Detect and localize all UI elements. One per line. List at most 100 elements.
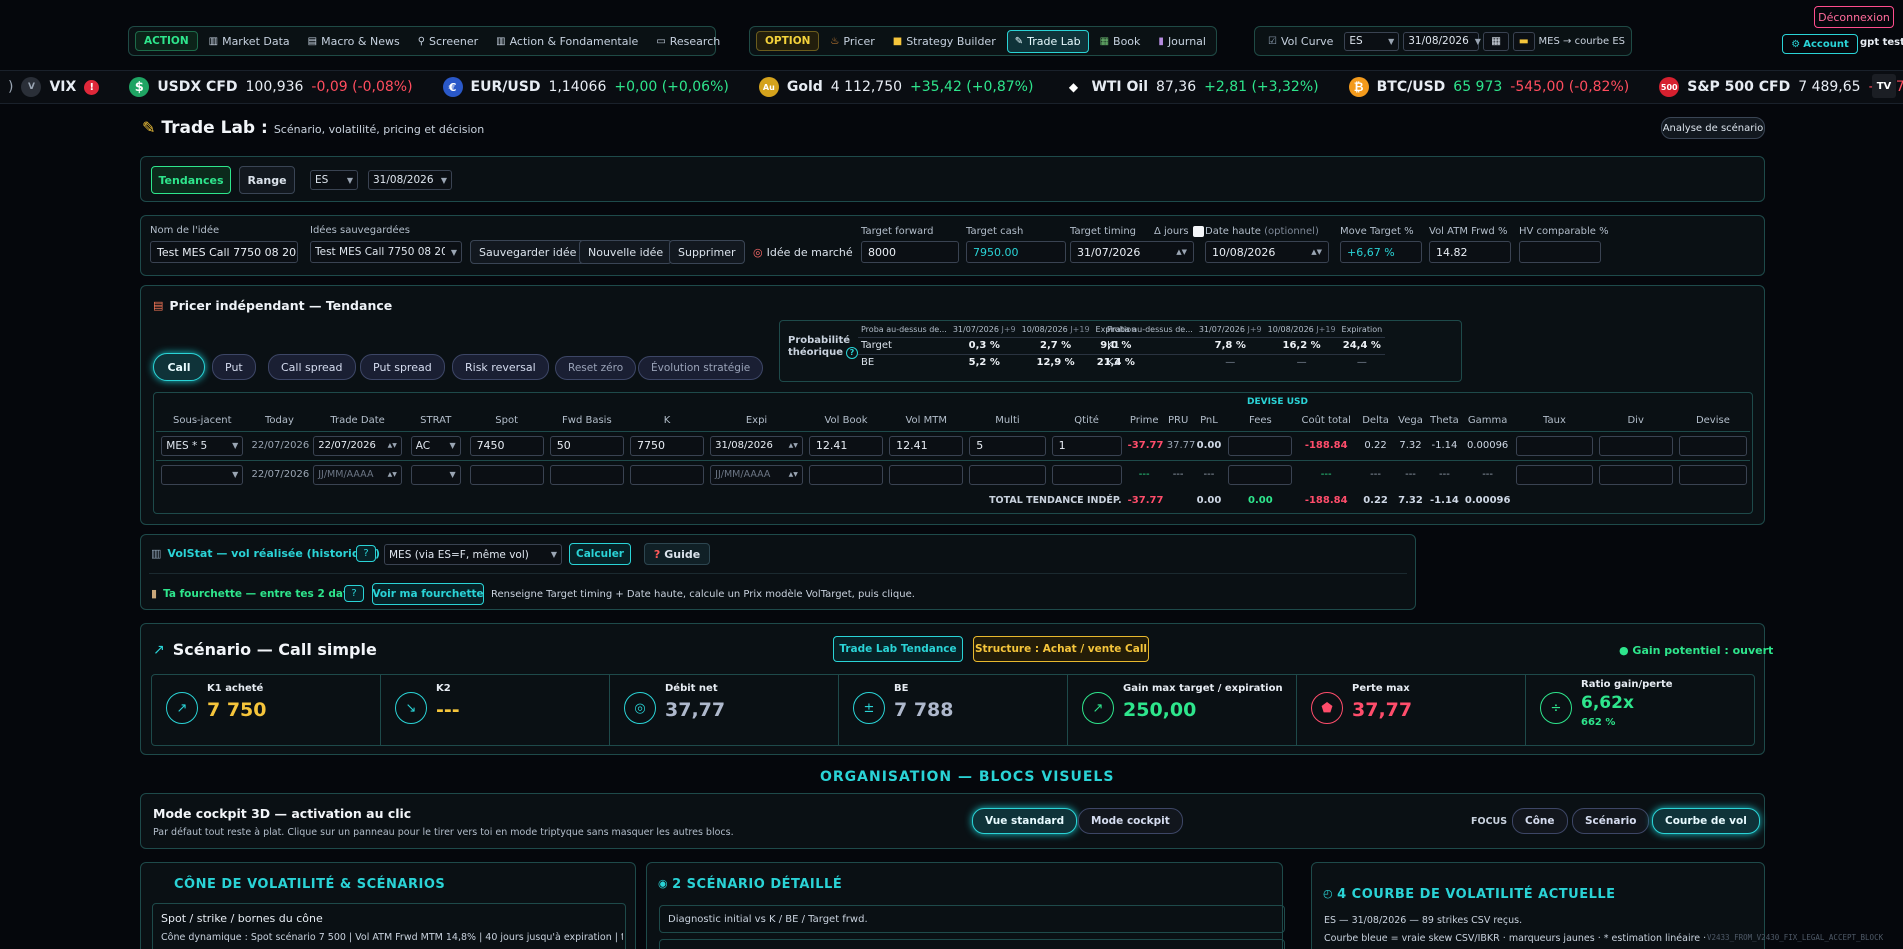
expiry-input[interactable]: 31/08/2026 ▲▼ [710, 435, 803, 456]
strike-input[interactable] [629, 464, 705, 485]
strategy-put-spread[interactable]: Put spread [360, 354, 445, 380]
focus-courbe-vol-button[interactable]: Courbe de vol [1652, 808, 1760, 834]
guide-button[interactable]: ? Guide [644, 543, 710, 565]
vol-mtm-input[interactable] [889, 464, 964, 485]
underlying-select[interactable]: ES ▼ [310, 170, 358, 190]
fwd-basis-input[interactable] [549, 464, 624, 485]
trade-date-input[interactable]: JJ/MM/AAAA ▲▼ [313, 464, 402, 485]
vol-underlying-select[interactable]: ES ▼ [1344, 31, 1400, 51]
div-input[interactable] [1598, 464, 1673, 485]
folder-button[interactable]: ▬ [1512, 31, 1535, 51]
vol-atm-input[interactable]: 14.82 [1429, 241, 1511, 263]
spot-input[interactable] [469, 464, 544, 485]
strategy-risk-reversal[interactable]: Risk reversal [452, 354, 549, 380]
fourchette-help-button[interactable]: ? [344, 585, 364, 602]
ticker-item[interactable]: ₿ BTC/USD 65 973 -545,00 (-0,82%) [1348, 77, 1629, 97]
calculer-button[interactable]: Calculer [569, 543, 631, 565]
devise-input[interactable] [1678, 435, 1747, 456]
nav-market-data[interactable]: ▥ Market Data [202, 31, 297, 52]
fwd-basis-input[interactable]: 50 [549, 435, 624, 456]
qty-input[interactable] [1051, 464, 1122, 485]
reset-zero-button[interactable]: Reset zéro [555, 356, 637, 380]
div-input[interactable] [1598, 435, 1673, 456]
analyse-scenario-button[interactable]: Analyse de scénario [1661, 117, 1765, 139]
trade-date-input[interactable]: 22/07/2026 ▲▼ [313, 435, 402, 456]
vol-book-input[interactable] [808, 464, 884, 485]
nav-vol-curve[interactable]: ☑ Vol Curve [1261, 31, 1340, 52]
mode-cockpit-button[interactable]: Mode cockpit [1078, 808, 1183, 834]
gain-status: ● Gain potentiel : ouvert [1619, 644, 1774, 657]
evolution-strategie-button[interactable]: Évolution stratégie [638, 356, 764, 380]
vol-mtm-input[interactable]: 12.41 [889, 435, 964, 456]
qty-input[interactable]: 1 [1051, 435, 1122, 456]
calculator-button[interactable]: ▦ [1483, 31, 1509, 51]
nav-strategy-builder[interactable]: ■ Strategy Builder [886, 31, 1003, 52]
nav-macro-news[interactable]: ▤ Macro & News [301, 31, 407, 52]
devise-input[interactable] [1678, 464, 1747, 485]
fees-input[interactable] [1228, 464, 1293, 485]
volstat-underlying-select[interactable]: MES (via ES=F, même vol) ▼ [384, 544, 562, 565]
bitcoin-logo: ₿ [1348, 77, 1369, 97]
fees-input[interactable] [1228, 435, 1293, 456]
strategy-put[interactable]: Put [212, 354, 256, 380]
idea-name-input[interactable]: Test MES Call 7750 08 2026 [150, 241, 298, 263]
pricing-header-row: Sous-jacent Today Trade Date STRAT Spot Fwd B… [173, 415, 1730, 427]
delete-idea-button[interactable]: Supprimer [669, 240, 745, 264]
hv-comparable-input[interactable] [1519, 241, 1601, 263]
underlying-select[interactable]: ▼ [161, 464, 244, 485]
ticker-item[interactable]: 500 S&P 500 CFD 7 489,65 -22,75 (-0,30%) [1659, 77, 1903, 97]
focus-cone-button[interactable]: Cône [1512, 808, 1568, 834]
ticker-item[interactable]: $ USDX CFD 100,936 -0,09 (-0,08%) [129, 77, 413, 97]
saved-ideas-select[interactable]: Test MES Call 7750 08 2026▼ [310, 241, 462, 263]
hv-comparable-label: HV comparable % [1519, 226, 1609, 237]
nav-action-fondamentale[interactable]: ▥ Action & Fondamentale [489, 31, 645, 52]
underlying-select[interactable]: MES * 5 ▼ [161, 435, 244, 456]
ticker-item[interactable]: Au Gold 4 112,750 +35,42 (+0,87%) [758, 77, 1033, 97]
date-haute-input[interactable]: 10/08/2026 ▲▼ [1205, 241, 1329, 263]
new-idea-button[interactable]: Nouvelle idée [579, 240, 673, 264]
focus-scenario-button[interactable]: Scénario [1572, 808, 1650, 834]
strat-select[interactable]: ▼ [410, 464, 461, 485]
target-cash-input[interactable]: 7950.00 [966, 241, 1066, 263]
chevron-down-icon: ▼ [232, 470, 239, 480]
delta-days-checkbox[interactable] [1192, 226, 1204, 237]
nav-journal[interactable]: ▮ Journal [1151, 31, 1213, 52]
taux-input[interactable] [1516, 464, 1593, 485]
account-button[interactable]: ⚙ Account [1782, 34, 1858, 54]
spot-input[interactable]: 7450 [469, 435, 544, 456]
taux-input[interactable] [1516, 435, 1593, 456]
strategy-call-spread[interactable]: Call spread [268, 354, 356, 380]
volstat-help-button[interactable]: ? [356, 545, 376, 562]
nav-trade-lab[interactable]: ✎ Trade Lab [1006, 29, 1089, 53]
mode-bar: Tendances Range ES ▼ 31/08/2026 ▼ [140, 156, 1765, 202]
help-icon[interactable]: ? [845, 347, 858, 359]
strike-input[interactable]: 7750 [629, 435, 705, 456]
nav-screener[interactable]: ⚲ Screener [411, 31, 485, 52]
tendances-tab[interactable]: Tendances [151, 166, 231, 194]
nav-book[interactable]: ▦ Book [1093, 31, 1148, 52]
voir-fourchette-button[interactable]: Voir ma fourchette [372, 583, 484, 605]
save-idea-button[interactable]: Sauvegarder idée [470, 240, 586, 264]
expiry-input[interactable]: JJ/MM/AAAA ▲▼ [710, 464, 803, 485]
ticker-item[interactable]: ) V VIX ! [8, 77, 100, 97]
strategy-call[interactable]: Call [153, 353, 205, 381]
target-forward-input[interactable]: 8000 [861, 241, 959, 263]
multi-input[interactable]: 5 [969, 435, 1046, 456]
divider [149, 573, 1407, 574]
move-target-input[interactable]: +6,67 % [1340, 241, 1422, 263]
logout-button[interactable]: Déconnexion [1814, 6, 1894, 28]
multi-input[interactable] [969, 464, 1046, 485]
vol-date-select[interactable]: 31/08/2026 ▼ [1403, 31, 1481, 51]
search-icon: ⚲ [417, 35, 426, 47]
vol-book-input[interactable]: 12.41 [808, 435, 884, 456]
ticker-item[interactable]: € EUR/USD 1,14066 +0,00 (+0,06%) [442, 77, 729, 97]
expiry-select[interactable]: 31/08/2026 ▼ [368, 170, 452, 190]
nav-research[interactable]: ▭ Research [649, 31, 727, 52]
range-tab[interactable]: Range [239, 166, 295, 194]
strat-select[interactable]: AC ▼ [410, 435, 461, 456]
ticker-item[interactable]: ◆ WTI Oil 87,36 +2,81 (+3,32%) [1063, 77, 1319, 97]
nav-pricer[interactable]: ♨ Pricer [823, 31, 881, 52]
target-timing-input[interactable]: 31/07/2026 ▲▼ [1070, 241, 1194, 263]
chevron-down-icon: ▼ [449, 441, 456, 450]
vue-standard-button[interactable]: Vue standard [972, 808, 1078, 834]
